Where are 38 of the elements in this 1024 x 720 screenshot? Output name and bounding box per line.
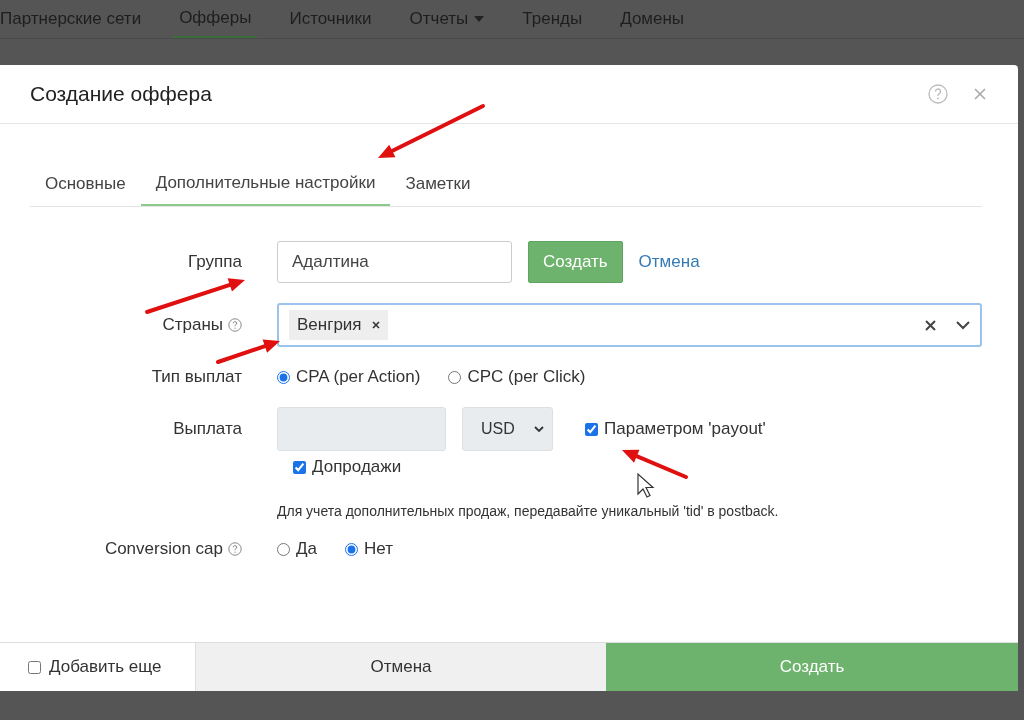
group-input-field[interactable]: Адалтина — [277, 241, 512, 283]
radio-button[interactable] — [448, 370, 462, 384]
cancel-button[interactable]: Отмена — [195, 643, 606, 691]
field-label: Тип выплат — [150, 367, 242, 387]
chevron-icon[interactable] — [956, 320, 970, 330]
radio-button[interactable] — [344, 542, 358, 556]
checkbox-label: Добавить еще — [49, 657, 162, 677]
clear-icon[interactable] — [925, 319, 936, 331]
field-label: Выплата — [172, 419, 242, 439]
checkbox[interactable] — [28, 660, 41, 674]
cancel-link[interactable]: Отмена — [638, 252, 700, 272]
hint-text: Для учета дополнительных продаж, передавайте уникальный 'tid' в postback. — [277, 503, 779, 519]
radio-button[interactable] — [277, 370, 290, 384]
field-label: Группа — [187, 252, 242, 272]
tab[interactable]: Заметки — [390, 162, 486, 206]
checkbox-label: Допродажи — [312, 457, 402, 477]
dialog-title: Создание оффера — [30, 82, 212, 106]
option-label: CPC (per Click) — [467, 367, 586, 387]
submit-button[interactable]: Создать — [606, 643, 1018, 691]
country-tag: Венгрия — [289, 310, 388, 340]
create-button[interactable]: Создать — [528, 241, 623, 283]
radio-button[interactable] — [277, 542, 290, 556]
option-label: Нет — [363, 539, 393, 559]
field-label: Страны — [162, 315, 223, 335]
annotation-arrow — [216, 339, 280, 364]
tab[interactable]: Основные — [30, 162, 141, 206]
countries-select-field[interactable]: Венгрия — [277, 303, 982, 347]
close-icon[interactable] — [974, 88, 986, 100]
option-label: Да — [296, 539, 317, 559]
cursor-icon — [637, 472, 655, 498]
annotation-arrow — [622, 449, 688, 479]
option-label: CPA (per Action) — [296, 367, 421, 387]
caret-icon — [474, 16, 485, 22]
tab[interactable]: Дополнительные настройки — [140, 162, 391, 206]
chevron-icon — [534, 425, 544, 433]
checkbox-label: Параметром 'payout' — [604, 419, 766, 439]
field-label: Conversion cap — [104, 539, 223, 559]
remove-icon[interactable] — [371, 321, 380, 329]
